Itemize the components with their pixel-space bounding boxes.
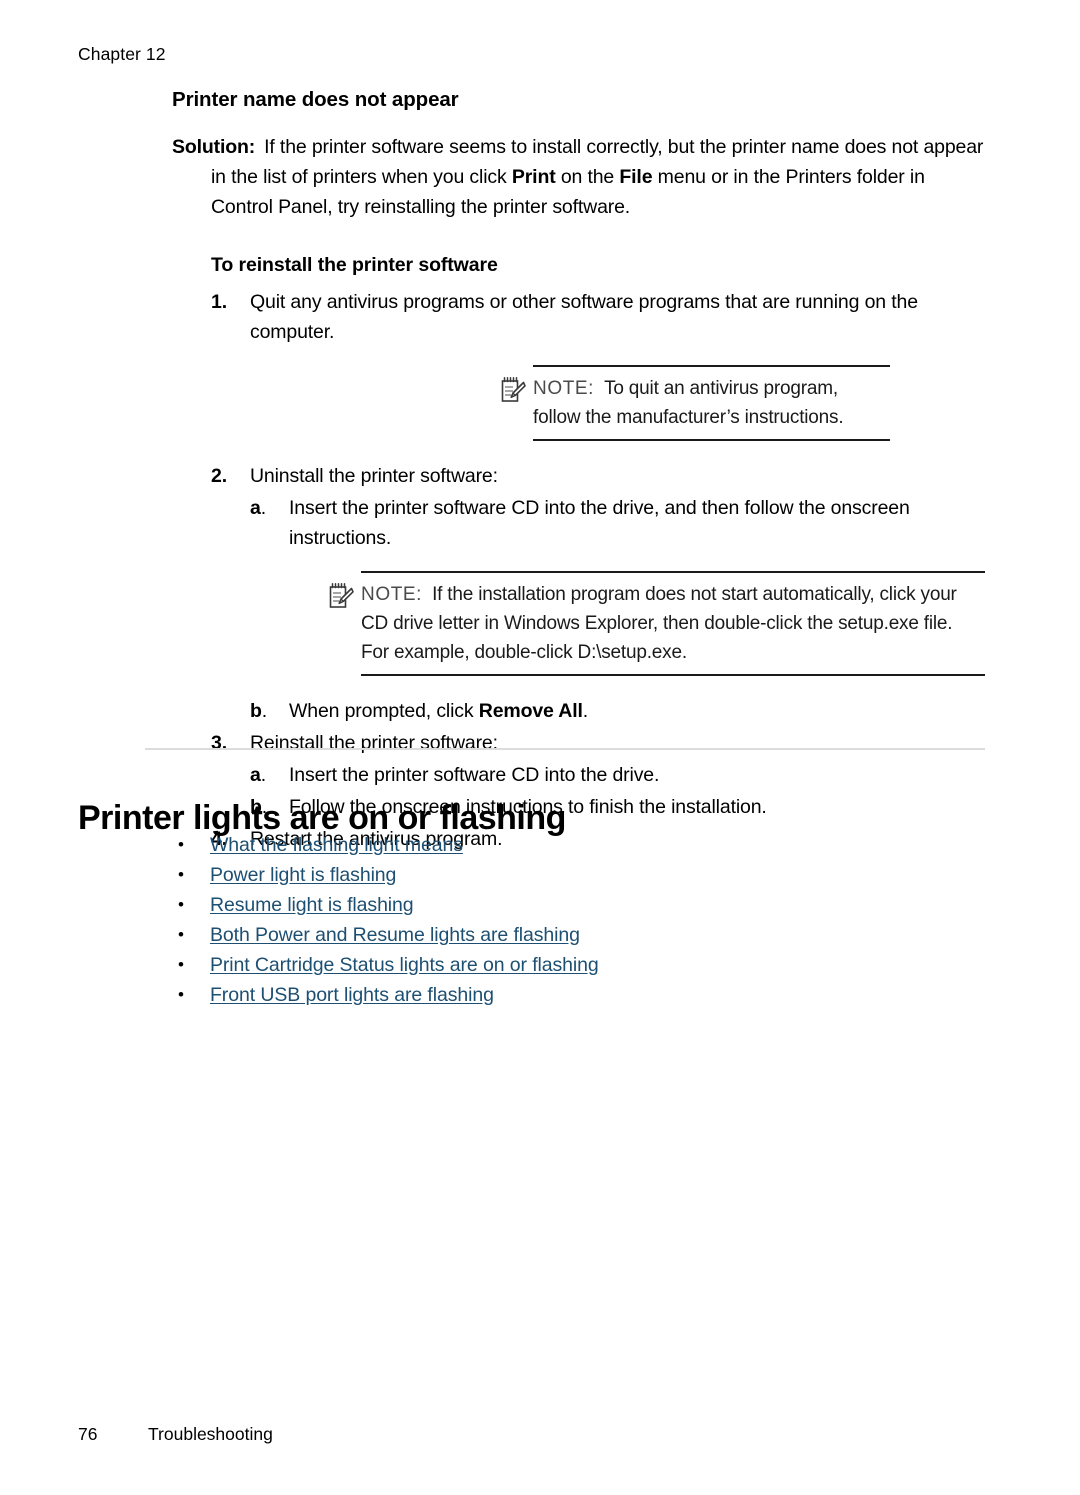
substep-text-1: When prompted, click (289, 700, 479, 722)
link-what-the-flashing-light-means[interactable]: What the flashing light means (210, 834, 463, 856)
solution-paragraph: Solution: If the printer software seems t… (0, 132, 1080, 222)
step-text: Uninstall the printer software: (250, 465, 498, 487)
bullet-icon: • (178, 895, 184, 914)
link-both-power-and-resume-lights-are-flashing[interactable]: Both Power and Resume lights are flashin… (210, 924, 580, 946)
note-rules: NOTE: To quit an antivirus program, follo… (533, 365, 890, 441)
list-item: • Print Cartridge Status lights are on o… (178, 950, 998, 980)
bullet-icon: • (178, 865, 184, 884)
substep-text-2: . (582, 700, 589, 722)
note-rules: NOTE: If the installation program does no… (361, 571, 985, 676)
note-pad-pencil-icon (328, 582, 354, 610)
bullet-icon: • (178, 955, 184, 974)
substep-text: Insert the printer software CD into the … (289, 497, 910, 549)
procedure-step-list: 1. Quit any antivirus programs or other … (0, 287, 1080, 854)
procedure-substep: b. When prompted, click Remove All. (250, 696, 985, 726)
list-item: • Front USB port lights are flashing (178, 980, 998, 1010)
list-item: • What the flashing light means (178, 830, 998, 860)
link-power-light-is-flashing[interactable]: Power light is flashing (210, 864, 396, 886)
bullet-icon: • (178, 925, 184, 944)
cross-reference-link-list: • What the flashing light means • Power … (178, 830, 998, 1010)
document-page: Chapter 12 Printer name does not appear … (0, 0, 1080, 1495)
page-footer: 76 Troubleshooting (78, 1424, 978, 1445)
note-pad-pencil-icon (500, 376, 526, 404)
procedure-substep-list: a. Insert the printer software CD into t… (250, 493, 985, 726)
solution-label: Solution: (172, 136, 256, 158)
step-marker: 1. (211, 291, 227, 313)
note-callout: NOTE: To quit an antivirus program, follo… (500, 365, 890, 441)
step-marker: 3. (211, 732, 227, 754)
link-front-usb-port-lights-are-flashing[interactable]: Front USB port lights are flashing (210, 984, 494, 1006)
bullet-icon: • (178, 985, 184, 1004)
note-body: NOTE: To quit an antivirus program, follo… (533, 374, 890, 432)
link-print-cartridge-status-lights-are-on-or-flashing[interactable]: Print Cartridge Status lights are on or … (210, 954, 599, 976)
footer-section-name: Troubleshooting (148, 1424, 273, 1444)
step-text: Reinstall the printer software: (250, 732, 498, 754)
solution-text-2: on the (555, 166, 620, 188)
procedure-step: 1. Quit any antivirus programs or other … (0, 287, 1080, 441)
page-content: Printer name does not appear Solution: If… (0, 88, 1080, 856)
solution-emphasis-print: Print (511, 166, 556, 188)
bullet-icon: • (178, 835, 184, 854)
step-text: Quit any antivirus programs or other sof… (250, 291, 918, 343)
substep-emphasis-remove-all: Remove All (478, 700, 583, 722)
chapter-running-header: Chapter 12 (78, 44, 166, 64)
procedure-substep: a. Insert the printer software CD into t… (250, 493, 985, 676)
substep-marker: a. (250, 764, 266, 786)
step-marker: 2. (211, 465, 227, 487)
page-number: 76 (78, 1424, 98, 1444)
note-body: NOTE: If the installation program does no… (361, 580, 985, 667)
note-callout: NOTE: If the installation program does no… (328, 571, 985, 676)
list-item: • Both Power and Resume lights are flash… (178, 920, 998, 950)
substep-text: Insert the printer software CD into the … (289, 764, 660, 786)
procedure-step: 2. Uninstall the printer software: a. In… (0, 461, 1080, 726)
substep-marker: b. (250, 700, 268, 722)
section-divider (145, 748, 985, 750)
procedure-heading-reinstall: To reinstall the printer software (211, 254, 498, 276)
solution-emphasis-file: File (619, 166, 653, 188)
subsection-heading-printer-name: Printer name does not appear (172, 88, 459, 111)
link-resume-light-is-flashing[interactable]: Resume light is flashing (210, 894, 414, 916)
list-item: • Resume light is flashing (178, 890, 998, 920)
note-label: NOTE: (361, 584, 423, 605)
note-text: If the installation program does not sta… (361, 584, 957, 663)
substep-marker: a. (250, 497, 266, 519)
procedure-substep: a. Insert the printer software CD into t… (250, 760, 985, 790)
list-item: • Power light is flashing (178, 860, 998, 890)
note-label: NOTE: (533, 378, 595, 399)
